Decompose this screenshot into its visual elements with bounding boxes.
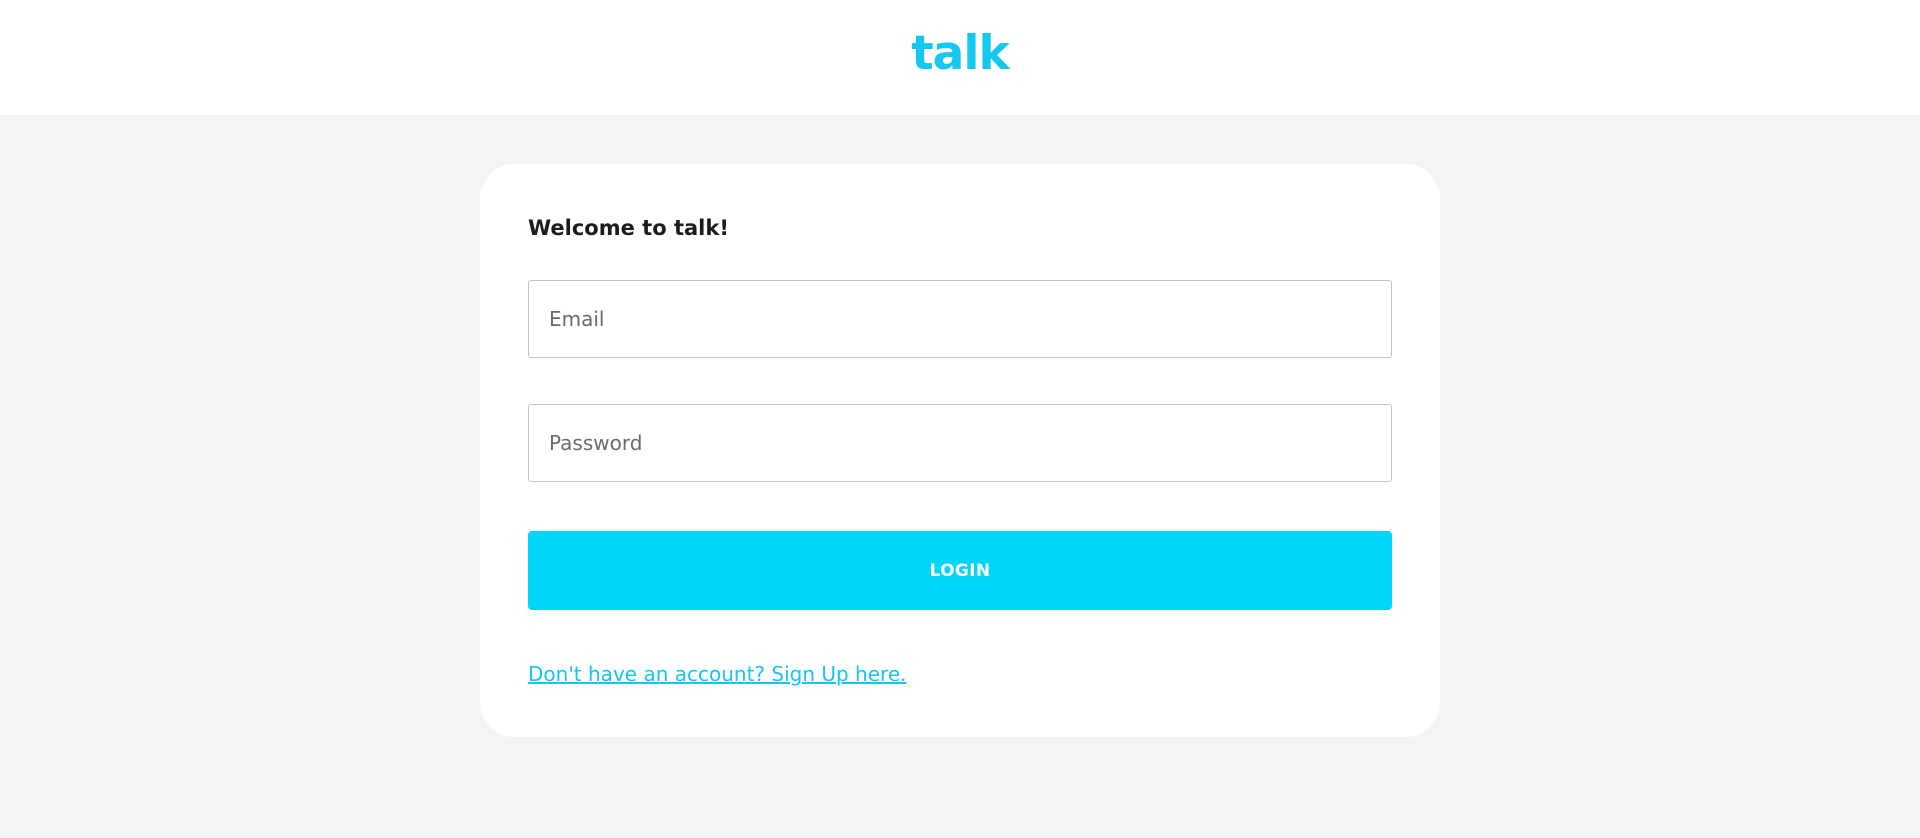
- talk-logo: talk: [911, 26, 1010, 81]
- login-card: Welcome to talk! LOGIN Don't have an acc…: [480, 164, 1440, 737]
- password-input[interactable]: [528, 404, 1392, 482]
- email-input[interactable]: [528, 280, 1392, 358]
- signup-link[interactable]: Don't have an account? Sign Up here.: [528, 660, 906, 688]
- app-header: talk: [0, 0, 1920, 115]
- login-button[interactable]: LOGIN: [528, 531, 1392, 610]
- welcome-heading: Welcome to talk!: [528, 216, 729, 240]
